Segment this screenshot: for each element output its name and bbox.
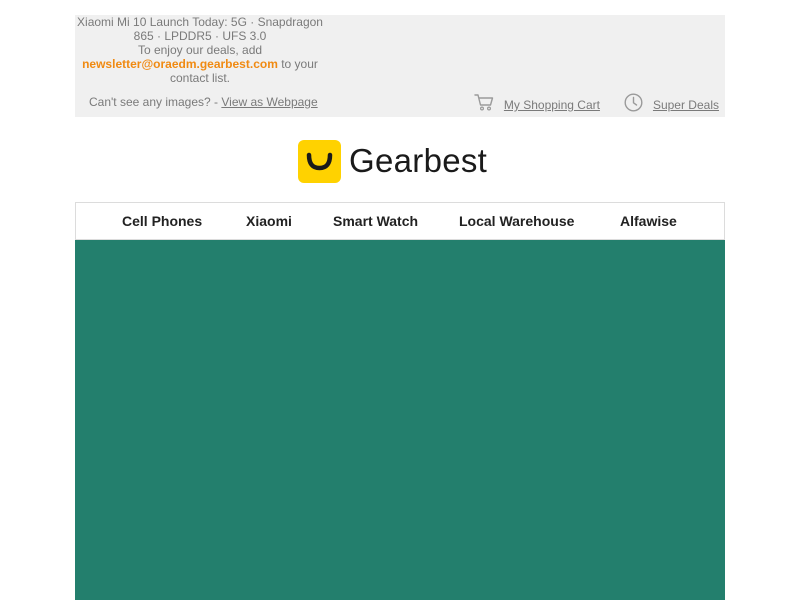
cant-see-text: Can't see any images? - bbox=[89, 95, 222, 109]
gearbest-logo-mark bbox=[298, 139, 341, 183]
nav-item-cell-phones[interactable]: Cell Phones bbox=[122, 203, 202, 239]
nav-item-local-warehouse[interactable]: Local Warehouse bbox=[459, 203, 574, 239]
nav-item-smart-watch[interactable]: Smart Watch bbox=[333, 203, 418, 239]
gearbest-logo-text: Gearbest bbox=[349, 142, 488, 179]
view-as-webpage-link[interactable]: View as Webpage bbox=[221, 95, 317, 109]
my-shopping-cart-link[interactable]: My Shopping Cart bbox=[474, 93, 600, 112]
hero-banner[interactable] bbox=[75, 240, 725, 600]
preheader-links: My Shopping Cart Super Deals bbox=[474, 91, 719, 113]
headline-line-2: 865 · LPDDR5 · UFS 3.0 bbox=[133, 29, 267, 43]
add-contact-line: newsletter@oraedm.gearbest.com to your bbox=[75, 57, 325, 71]
contact-list-text: contact list. bbox=[169, 71, 231, 85]
preheader: Xiaomi Mi 10 Launch Today: 5G · Snapdrag… bbox=[75, 15, 725, 117]
preheader-message: Xiaomi Mi 10 Launch Today: 5G · Snapdrag… bbox=[75, 15, 325, 85]
newsletter-email-link[interactable]: newsletter@oraedm.gearbest.com bbox=[82, 57, 278, 71]
category-nav: Cell Phones Xiaomi Smart Watch Local War… bbox=[75, 202, 725, 240]
nav-item-xiaomi[interactable]: Xiaomi bbox=[246, 203, 292, 239]
email-container: Xiaomi Mi 10 Launch Today: 5G · Snapdrag… bbox=[75, 15, 725, 600]
gearbest-logo[interactable]: Gearbest bbox=[298, 139, 487, 183]
nav-item-alfawise[interactable]: Alfawise bbox=[620, 203, 677, 239]
cant-see-images: Can't see any images? - View as Webpage bbox=[89, 95, 318, 109]
enjoy-deals-text: To enjoy our deals, add bbox=[137, 43, 263, 57]
super-deals-label: Super Deals bbox=[652, 98, 719, 112]
clock-icon bbox=[624, 92, 643, 112]
my-shopping-cart-label: My Shopping Cart bbox=[503, 98, 600, 112]
headline-line-1: Xiaomi Mi 10 Launch Today: 5G · Snapdrag… bbox=[77, 15, 323, 29]
super-deals-link[interactable]: Super Deals bbox=[624, 92, 719, 112]
shopping-cart-icon bbox=[474, 93, 494, 111]
to-your-text: to your bbox=[277, 57, 318, 71]
